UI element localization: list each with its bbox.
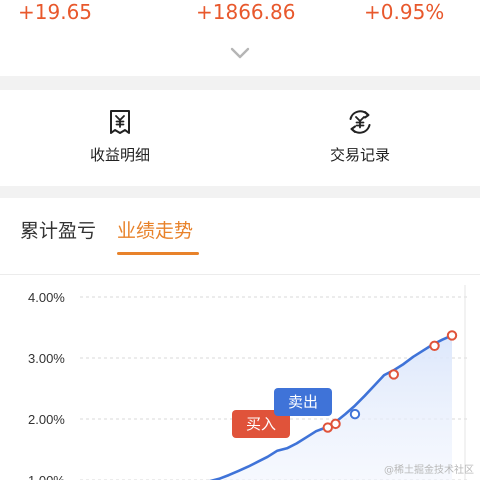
buy-marker[interactable] — [429, 340, 440, 351]
page: +19.65 +1866.86 +0.95% 收益明细 交易记录 累计盈亏 业绩… — [0, 0, 480, 480]
y-tick-label: 3.00% — [28, 351, 65, 366]
y-tick-label: 2.00% — [28, 412, 65, 427]
y-tick-label: 4.00% — [28, 290, 65, 305]
buy-marker[interactable] — [330, 418, 341, 430]
performance-chart: 4.00% 3.00% 2.00% 1.00% — [28, 285, 470, 480]
watermark: @稀土掘金技术社区 — [384, 465, 474, 476]
sell-marker[interactable] — [349, 408, 361, 420]
buy-marker[interactable] — [446, 330, 458, 341]
y-tick-label: 1.00% — [28, 473, 65, 480]
sell-annotation: 卖出 — [274, 388, 333, 416]
buy-marker[interactable] — [388, 369, 399, 380]
